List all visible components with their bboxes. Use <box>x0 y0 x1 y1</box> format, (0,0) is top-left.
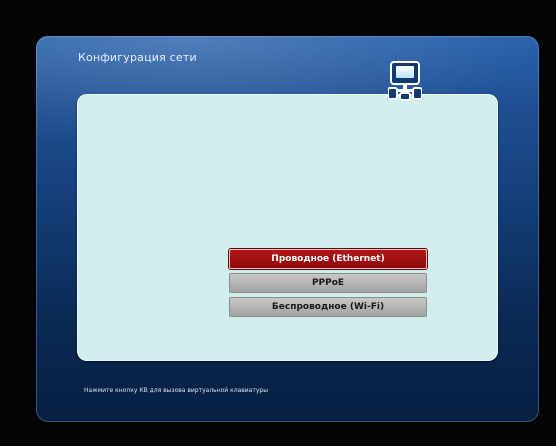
menu-item-wifi[interactable]: Беспроводное (Wi-Fi) <box>229 297 427 317</box>
menu-item-pppoe[interactable]: PPPoE <box>229 273 427 293</box>
network-config-icon <box>388 61 422 101</box>
dialog-frame: Конфигурация сети Проводное (Ethernet) P… <box>36 36 539 422</box>
page-title: Конфигурация сети <box>78 51 197 64</box>
connection-type-menu: Проводное (Ethernet) PPPoE Беспроводное … <box>229 249 427 321</box>
menu-item-ethernet[interactable]: Проводное (Ethernet) <box>229 249 427 269</box>
content-panel: Проводное (Ethernet) PPPoE Беспроводное … <box>77 94 498 361</box>
keyboard-hint: Нажмите кнопку КВ для вызова виртуальной… <box>84 387 268 394</box>
tv-screen: Конфигурация сети Проводное (Ethernet) P… <box>0 0 556 446</box>
